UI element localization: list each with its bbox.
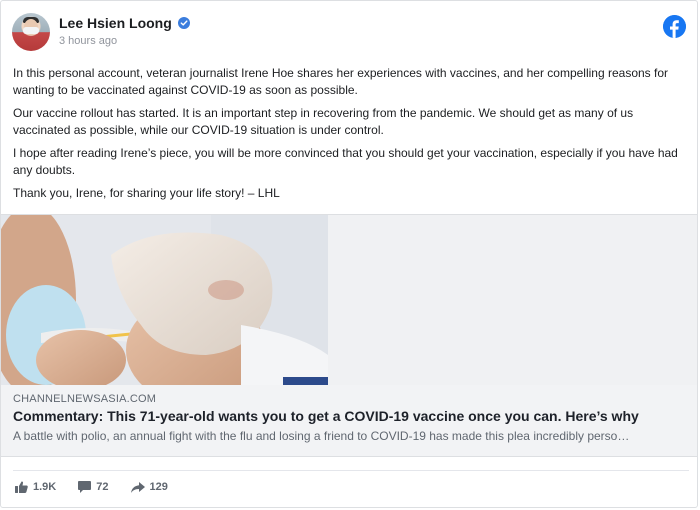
link-preview-meta: CHANNELNEWSASIA.COM Commentary: This 71-… <box>13 393 689 443</box>
post-paragraph: Our vaccine rollout has started. It is a… <box>13 106 634 137</box>
thumbs-up-icon <box>15 481 28 493</box>
facebook-logo-icon[interactable] <box>663 15 686 38</box>
comments-count: 72 <box>96 481 109 493</box>
link-description: A battle with polio, an annual fight wit… <box>13 429 630 443</box>
likes-stat[interactable]: 1.9K <box>15 481 56 493</box>
facebook-post-card: Lee Hsien Loong 3 hours ago In this pers… <box>0 0 698 508</box>
footer-divider <box>13 470 689 471</box>
post-body: In this personal account, veteran journa… <box>13 65 689 209</box>
link-preview-image-background <box>328 215 697 385</box>
comment-icon <box>78 481 92 493</box>
post-paragraph: In this personal account, veteran journa… <box>13 66 669 97</box>
likes-count: 1.9K <box>33 481 57 493</box>
verified-badge-icon <box>177 17 190 29</box>
comments-stat[interactable]: 72 <box>78 481 109 493</box>
link-title[interactable]: Commentary: This 71-year-old wants you t… <box>13 408 689 424</box>
author-row: Lee Hsien Loong <box>59 15 190 31</box>
post-timestamp[interactable]: 3 hours ago <box>59 35 117 47</box>
post-paragraph: I hope after reading Irene’s piece, you … <box>13 146 678 177</box>
author-avatar[interactable] <box>12 13 50 51</box>
share-arrow-icon <box>130 481 145 493</box>
author-name[interactable]: Lee Hsien Loong <box>59 15 172 31</box>
shares-count: 129 <box>149 481 168 493</box>
link-preview-image[interactable] <box>1 215 328 385</box>
link-domain: CHANNELNEWSASIA.COM <box>13 393 157 405</box>
post-header: Lee Hsien Loong 3 hours ago <box>12 12 692 52</box>
link-preview-card[interactable]: CHANNELNEWSASIA.COM Commentary: This 71-… <box>1 214 697 457</box>
post-stats: 1.9K 72 129 <box>15 481 190 493</box>
shares-stat[interactable]: 129 <box>130 481 168 493</box>
post-paragraph: Thank you, Irene, for sharing your life … <box>13 186 280 200</box>
